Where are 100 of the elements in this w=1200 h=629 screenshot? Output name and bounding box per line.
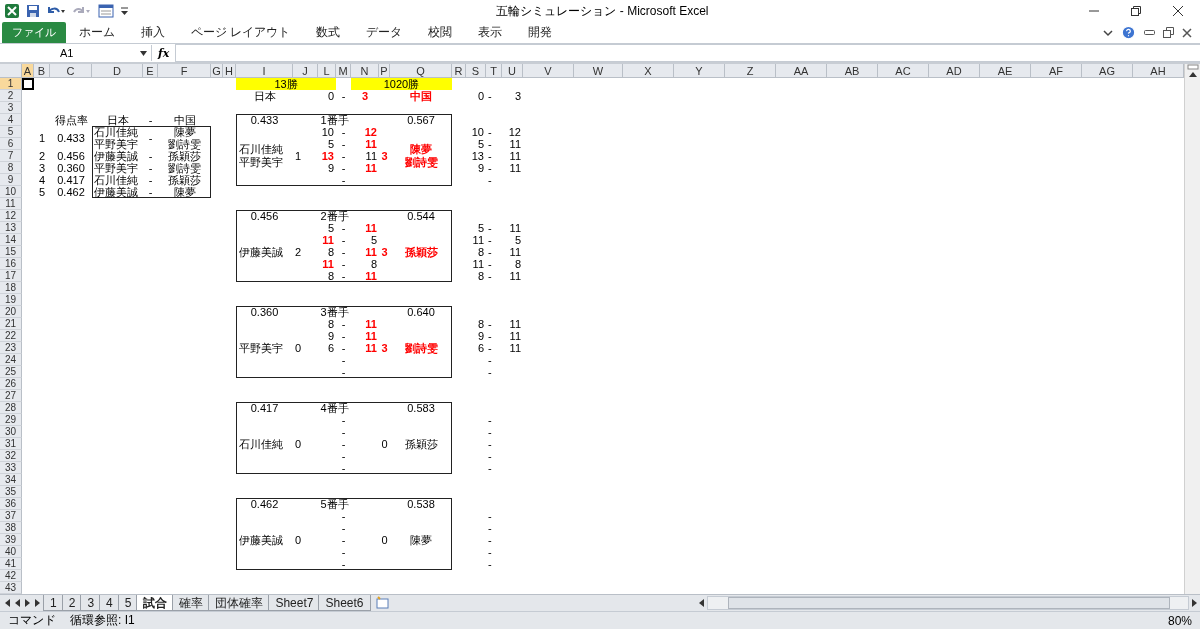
column-header[interactable]: U	[502, 64, 523, 78]
row-header[interactable]: 28	[0, 402, 22, 414]
column-header[interactable]: D	[92, 64, 143, 78]
sheet-tab[interactable]: 団体確率	[208, 595, 271, 611]
column-header[interactable]: Y	[674, 64, 725, 78]
function-icon[interactable]: fx	[158, 46, 170, 60]
ribbon-tab[interactable]: データ	[353, 22, 416, 43]
row-header[interactable]: 3	[0, 102, 22, 114]
row-header[interactable]: 26	[0, 378, 22, 390]
row-header[interactable]: 35	[0, 486, 22, 498]
dropdown-caret-icon[interactable]	[140, 50, 147, 56]
sheet-tab[interactable]: Sheet7	[268, 595, 321, 611]
row-header[interactable]: 25	[0, 366, 22, 378]
row-header[interactable]: 7	[0, 150, 22, 162]
column-header[interactable]: AC	[878, 64, 929, 78]
last-sheet-icon[interactable]	[34, 599, 41, 607]
row-header[interactable]: 18	[0, 282, 22, 294]
column-header[interactable]: AA	[776, 64, 827, 78]
sheet-tab[interactable]: 確率	[172, 595, 211, 611]
row-header[interactable]: 10	[0, 186, 22, 198]
row-header[interactable]: 27	[0, 390, 22, 402]
vertical-scrollbar[interactable]	[1184, 64, 1200, 594]
save-icon[interactable]	[26, 4, 40, 18]
row-header[interactable]: 41	[0, 558, 22, 570]
column-header[interactable]: V	[523, 64, 574, 78]
row-header[interactable]: 31	[0, 438, 22, 450]
row-header[interactable]: 38	[0, 522, 22, 534]
restore-icon[interactable]	[1163, 27, 1174, 38]
form-icon[interactable]	[98, 4, 114, 18]
row-header[interactable]: 15	[0, 246, 22, 258]
spreadsheet-logo-icon[interactable]	[4, 3, 20, 19]
row-header[interactable]: 8	[0, 162, 22, 174]
column-header[interactable]: H	[223, 64, 236, 78]
ribbon-tab[interactable]: 校閲	[415, 22, 466, 43]
customize-caret-icon[interactable]	[120, 5, 129, 17]
column-header[interactable]: Z	[725, 64, 776, 78]
row-header[interactable]: 14	[0, 234, 22, 246]
column-header[interactable]: A	[22, 64, 34, 78]
close-icon[interactable]	[1182, 27, 1192, 38]
row-header[interactable]: 34	[0, 474, 22, 486]
column-header[interactable]: AD	[929, 64, 980, 78]
column-header[interactable]: AH	[1133, 64, 1184, 78]
row-header[interactable]: 23	[0, 342, 22, 354]
row-header[interactable]: 12	[0, 210, 22, 222]
row-header[interactable]: 29	[0, 414, 22, 426]
column-header[interactable]: I	[236, 64, 293, 78]
row-header[interactable]: 19	[0, 294, 22, 306]
help-icon[interactable]	[1121, 25, 1136, 40]
sheet-tab[interactable]: 1	[43, 595, 64, 611]
file-tab[interactable]: ファイル	[2, 22, 66, 43]
column-header[interactable]: Q	[390, 64, 452, 78]
column-header[interactable]: J	[293, 64, 318, 78]
row-header[interactable]: 30	[0, 426, 22, 438]
row-header[interactable]: 1	[0, 78, 22, 90]
row-header[interactable]: 36	[0, 498, 22, 510]
row-header[interactable]: 20	[0, 306, 22, 318]
column-header[interactable]: AF	[1031, 64, 1082, 78]
column-header[interactable]: AG	[1082, 64, 1133, 78]
column-header[interactable]: R	[452, 64, 466, 78]
next-sheet-icon[interactable]	[24, 599, 31, 607]
row-header[interactable]: 37	[0, 510, 22, 522]
horizontal-scrollbar[interactable]	[728, 597, 1170, 609]
column-header[interactable]: S	[466, 64, 486, 78]
scroll-up-icon[interactable]	[1187, 70, 1198, 78]
row-header[interactable]: 33	[0, 462, 22, 474]
caret-icon[interactable]	[1103, 28, 1113, 37]
sheet-tab[interactable]: 4	[99, 595, 120, 611]
column-header[interactable]: B	[34, 64, 50, 78]
column-header[interactable]: W	[574, 64, 623, 78]
row-header[interactable]: 4	[0, 114, 22, 126]
row-header[interactable]: 22	[0, 330, 22, 342]
ribbon-tab[interactable]: 数式	[303, 22, 354, 43]
column-header[interactable]: AB	[827, 64, 878, 78]
column-header[interactable]: F	[158, 64, 211, 78]
sheet-tab[interactable]: 試合	[136, 595, 175, 611]
column-header[interactable]: AE	[980, 64, 1031, 78]
row-header[interactable]: 16	[0, 258, 22, 270]
sheet-tab[interactable]: Sheet6	[318, 595, 371, 611]
scroll-right-icon[interactable]	[1191, 599, 1198, 607]
column-header[interactable]: T	[486, 64, 502, 78]
sheet-tab[interactable]: 3	[80, 595, 102, 611]
row-header[interactable]: 39	[0, 534, 22, 546]
row-header[interactable]: 24	[0, 354, 22, 366]
row-header[interactable]: 11	[0, 198, 22, 210]
row-header[interactable]: 17	[0, 270, 22, 282]
row-header[interactable]: 9	[0, 174, 22, 186]
minimize-icon[interactable]	[1144, 29, 1155, 36]
row-header[interactable]: 2	[0, 90, 22, 102]
column-header[interactable]: E	[143, 64, 158, 78]
row-header[interactable]: 32	[0, 450, 22, 462]
name-box[interactable]: A1	[0, 45, 152, 61]
row-header[interactable]: 21	[0, 318, 22, 330]
column-header[interactable]: M	[336, 64, 351, 78]
ribbon-tab[interactable]: 表示	[465, 22, 516, 43]
row-header[interactable]: 43	[0, 582, 22, 594]
previous-sheet-icon[interactable]	[14, 599, 21, 607]
ribbon-tab[interactable]: 開発	[515, 22, 566, 43]
column-header[interactable]: G	[211, 64, 223, 78]
column-header[interactable]: N	[351, 64, 379, 78]
ribbon-tab[interactable]: ホーム	[66, 22, 128, 43]
